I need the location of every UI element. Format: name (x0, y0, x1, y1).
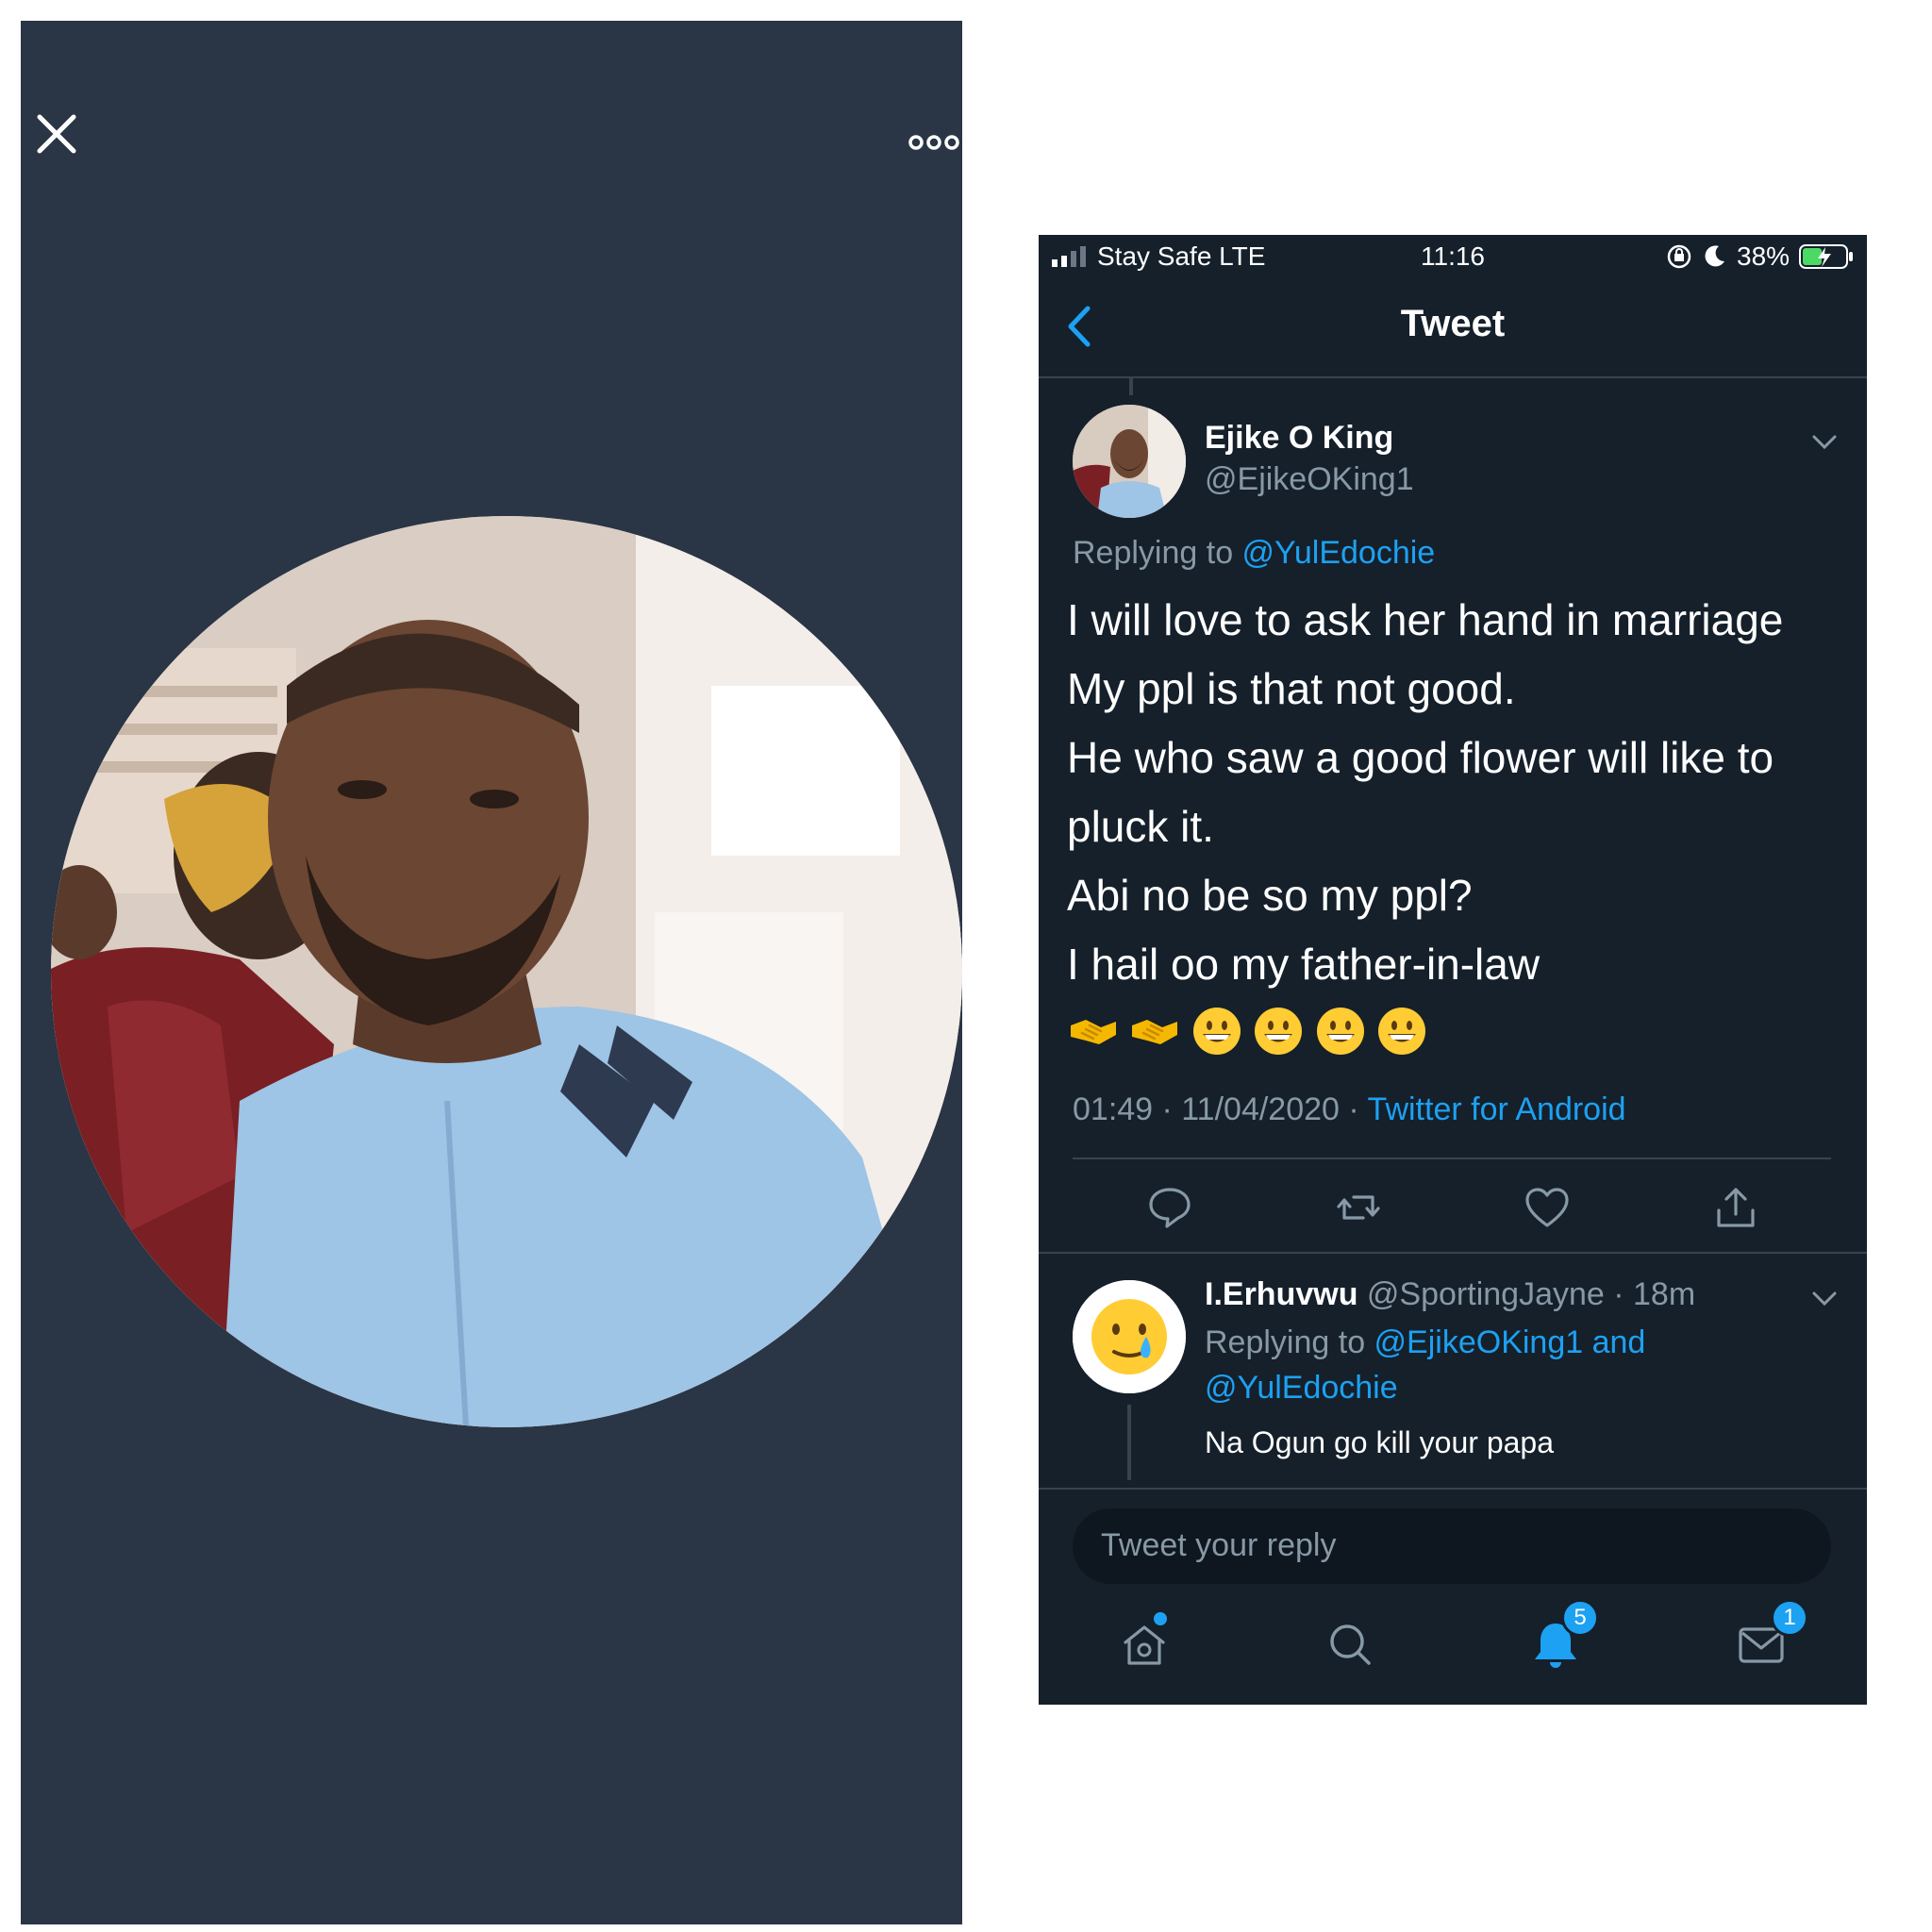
moon-icon (1705, 245, 1724, 267)
close-icon[interactable] (28, 106, 85, 162)
reply-header: I.Erhuvwu @SportingJayne · 18m (1205, 1276, 1695, 1313)
home-icon[interactable] (1118, 1618, 1171, 1671)
status-bar: Stay Safe LTE 11:16 38% (1039, 235, 1867, 276)
tweet-line: He who saw a good flower will like to (1067, 733, 1774, 782)
search-icon[interactable] (1324, 1618, 1376, 1671)
replying-label: Replying to (1205, 1324, 1374, 1360)
emoji-row (1067, 1005, 1433, 1058)
more-options-icon[interactable] (908, 132, 960, 153)
mention-link[interactable]: @EjikeOKing1 and (1374, 1324, 1646, 1360)
grinning-face-icon (1375, 1005, 1428, 1058)
reply-author-name[interactable]: I.Erhuvwu (1205, 1276, 1357, 1312)
battery-percent: 38% (1737, 242, 1790, 271)
tweet-line: I will love to ask her hand in marriage (1067, 595, 1784, 644)
reply-placeholder: Tweet your reply (1101, 1527, 1337, 1563)
author-avatar[interactable] (1073, 405, 1186, 518)
chevron-down-icon[interactable] (1810, 433, 1839, 452)
mention-link[interactable]: @YulEdochie (1205, 1370, 1398, 1406)
thread-connector (1127, 1405, 1131, 1480)
tweet-line: pluck it. (1067, 802, 1214, 851)
reply-handle-time: @SportingJayne · 18m (1357, 1276, 1696, 1312)
tweet-line: Abi no be so my ppl? (1067, 871, 1473, 920)
notifications-badge: 5 (1561, 1599, 1599, 1637)
replying-to: Replying to @YulEdochie (1073, 535, 1435, 572)
home-new-dot (1154, 1612, 1167, 1625)
profile-photo (51, 516, 962, 1427)
grinning-face-icon (1314, 1005, 1367, 1058)
tweet-source-link[interactable]: Twitter for Android (1368, 1091, 1626, 1127)
tweet-screen: Stay Safe LTE 11:16 38% Tweet Ejike O Ki… (1039, 235, 1867, 1705)
author-handle[interactable]: @EjikeOKing1 (1205, 461, 1414, 498)
chevron-down-icon[interactable] (1810, 1290, 1839, 1308)
battery-charging-icon (1799, 244, 1853, 269)
replying-label: Replying to (1073, 535, 1242, 571)
tweet-timestamp: 01:49 · 11/04/2020 · (1073, 1091, 1368, 1127)
grinning-face-icon (1252, 1005, 1305, 1058)
divider (1073, 1158, 1831, 1159)
rotation-lock-icon (1667, 244, 1691, 269)
messages-badge: 1 (1771, 1599, 1808, 1637)
thread-connector (1129, 378, 1133, 395)
divider (1039, 1252, 1867, 1254)
grinning-face-icon (1191, 1005, 1243, 1058)
retweet-icon[interactable] (1335, 1184, 1382, 1231)
reply-replying-to: Replying to @EjikeOKing1 and @YulEdochie (1205, 1320, 1771, 1410)
reply-composer-bar: Tweet your reply (1039, 1488, 1867, 1705)
like-heart-icon[interactable] (1524, 1184, 1571, 1231)
reply-input[interactable]: Tweet your reply (1073, 1508, 1831, 1584)
profile-photo-viewer (21, 21, 962, 1924)
author-name[interactable]: Ejike O King (1205, 420, 1393, 457)
reply-icon[interactable] (1146, 1184, 1193, 1231)
page-title: Tweet (1400, 303, 1506, 344)
handshake-icon (1128, 1005, 1181, 1058)
handshake-icon (1067, 1005, 1120, 1058)
tweet-line: My ppl is that not good. (1067, 664, 1516, 713)
reply-body: Na Ogun go kill your papa (1205, 1425, 1554, 1459)
share-icon[interactable] (1712, 1184, 1759, 1231)
tweet-body: I will love to ask her hand in marriage … (1067, 586, 1850, 999)
tweet-meta: 01:49 · 11/04/2020 · Twitter for Android (1073, 1091, 1626, 1128)
nav-bar: Tweet (1039, 276, 1867, 378)
mention-link[interactable]: @YulEdochie (1242, 535, 1436, 571)
reply-author-avatar[interactable] (1073, 1280, 1186, 1393)
tweet-line: I hail oo my father-in-law (1067, 940, 1541, 989)
